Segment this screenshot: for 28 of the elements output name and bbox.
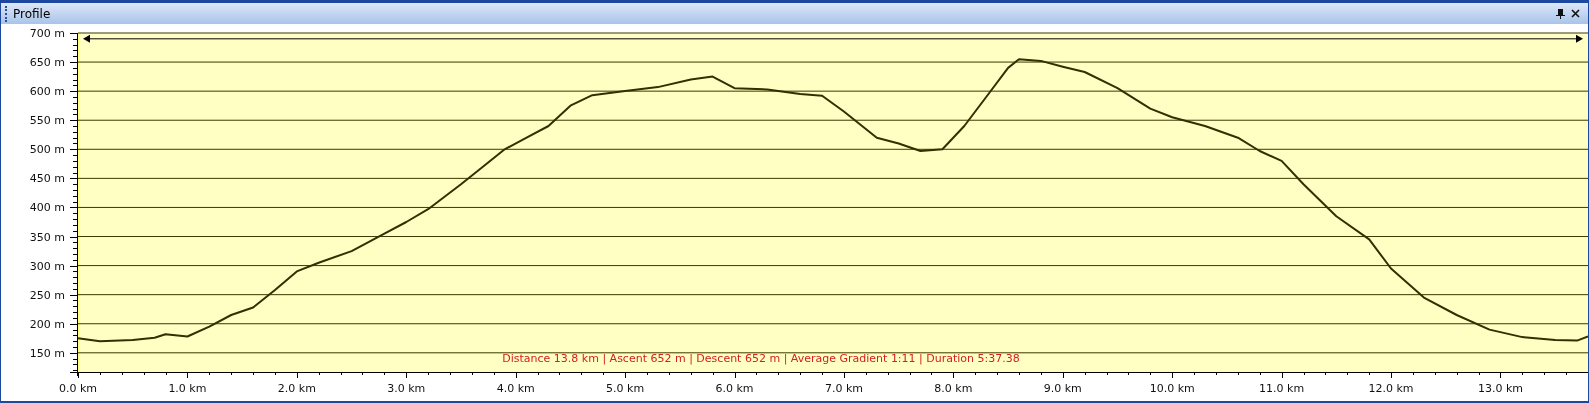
x-tick-label: 10.0 km: [1149, 382, 1195, 395]
x-tick-label: 5.0 km: [606, 382, 645, 395]
x-tick-label: 11.0 km: [1259, 382, 1305, 395]
y-tick-label: 350 m: [29, 230, 65, 244]
y-tick-label: 250 m: [29, 288, 65, 302]
x-tick-label: 9.0 km: [1043, 382, 1082, 395]
x-tick-label: 12.0 km: [1368, 382, 1414, 395]
x-tick-label: 3.0 km: [387, 382, 426, 395]
x-tick-label: 4.0 km: [496, 382, 535, 395]
y-tick-label: 600 m: [29, 85, 65, 99]
y-tick-label: 550 m: [29, 114, 65, 128]
x-tick-label: 2.0 km: [277, 382, 316, 395]
window-title: Profile: [13, 5, 51, 23]
x-tick-label: 6.0 km: [715, 382, 754, 395]
x-tick-label: 7.0 km: [824, 382, 863, 395]
x-tick-label: 1.0 km: [168, 382, 207, 395]
y-tick-label: 700 m: [29, 27, 65, 40]
x-tick-label: 13.0 km: [1477, 382, 1523, 395]
y-tick-label: 300 m: [29, 259, 65, 273]
y-tick-label: 450 m: [29, 172, 65, 186]
y-tick-label: 150 m: [29, 346, 65, 360]
y-tick-label: 200 m: [29, 317, 65, 331]
x-tick-label: 8.0 km: [934, 382, 973, 395]
y-tick-label: 400 m: [29, 201, 65, 215]
y-tick-label: 650 m: [29, 56, 65, 70]
summary-text: Distance 13.8 km | Ascent 652 m | Descent 652 m | Average Gradient 1:11 | Duration 5:37.38: [502, 352, 1020, 365]
y-tick-label: 500 m: [29, 143, 65, 157]
x-tick-label: 0.0 km: [58, 382, 98, 395]
